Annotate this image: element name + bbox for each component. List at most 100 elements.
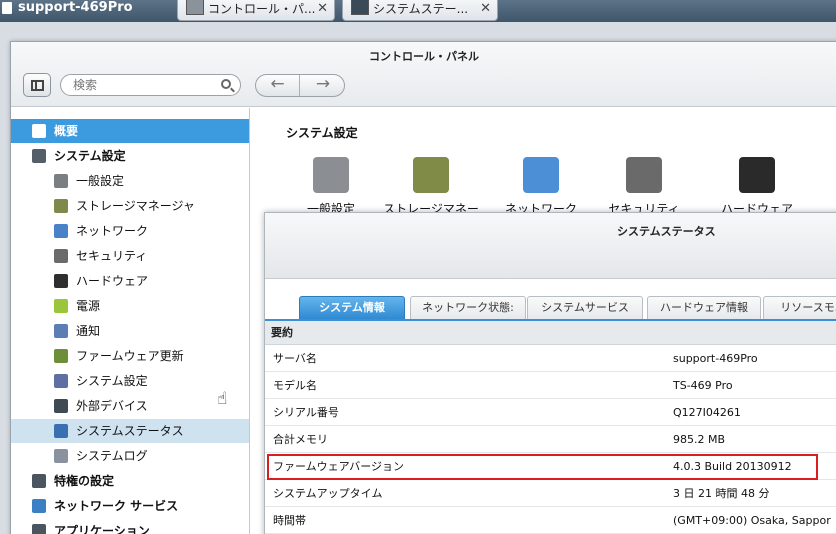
- lock-icon: [54, 249, 68, 263]
- info-value: 3 日 21 時間 48 分: [673, 487, 770, 500]
- sidebar-item-label: 外部デバイス: [76, 399, 148, 413]
- info-value: (GMT+09:00) Osaka, Sappor: [673, 514, 831, 527]
- back-button[interactable]: ←: [256, 75, 300, 96]
- system-log-icon: [54, 449, 68, 463]
- sidebar-item[interactable]: ネットワーク サービス: [11, 494, 249, 518]
- info-row: サーバ名 support-469Pro: [265, 345, 836, 372]
- power-icon: [54, 299, 68, 313]
- sidebar-item[interactable]: システムステータス: [11, 419, 249, 443]
- taskbar: support-469Pro コントロール・パ... ✕ システムステー... …: [0, 0, 836, 22]
- sidebar-item[interactable]: アプリケーション: [11, 519, 249, 534]
- backup-restore-icon: [54, 374, 68, 388]
- info-value: 985.2 MB: [673, 433, 726, 446]
- status-window-header: システムステータス: [265, 213, 836, 279]
- app-tile[interactable]: 一般設定: [276, 157, 386, 217]
- firmware-version-highlight: [267, 454, 818, 480]
- sidebar: 概要 システム設定 一般設定 ストレージマネージャ ネットワーク セキュリティ ハードウェア…: [11, 108, 250, 534]
- forward-button[interactable]: →: [301, 75, 344, 96]
- firmware-update-icon: [54, 349, 68, 363]
- sidebar-item-label: システムステータス: [76, 424, 184, 438]
- notification-icon: [54, 324, 68, 338]
- sidebar-item-label: ネットワーク: [76, 224, 149, 238]
- status-tab[interactable]: システムサービス: [527, 296, 643, 319]
- toggle-sidebar-button[interactable]: [23, 73, 51, 97]
- app-tile[interactable]: ネットワーク: [486, 157, 596, 217]
- tab-label: システムステー...: [373, 2, 469, 16]
- sidebar-item[interactable]: 電源: [11, 294, 249, 318]
- control-panel-icon: [186, 0, 204, 15]
- search-box[interactable]: [60, 74, 241, 96]
- status-tabs: システム情報ネットワーク状態:システムサービスハードウェア情報リソースモニ: [265, 280, 836, 320]
- sidebar-item[interactable]: ファームウェア更新: [11, 344, 249, 368]
- sidebar-item-label: ファームウェア更新: [76, 349, 184, 363]
- host-label: support-469Pro: [18, 0, 133, 15]
- search-icon[interactable]: [221, 79, 231, 89]
- sidebar-item[interactable]: システム設定: [11, 369, 249, 393]
- sidebar-item-label: セキュリティ: [76, 249, 148, 263]
- app-tile[interactable]: ストレージマネー: [376, 157, 486, 217]
- sidebar-item-label: システム設定: [76, 374, 148, 388]
- window-header: コントロール・パネル ← →: [11, 42, 836, 107]
- info-row: 時間帯 (GMT+09:00) Osaka, Sappor: [265, 507, 836, 534]
- info-row: シリアル番号 Q127I04261: [265, 399, 836, 426]
- info-value: support-469Pro: [673, 352, 758, 365]
- navigation-buttons: ← →: [255, 74, 345, 97]
- summary-group-header: 要約: [265, 321, 836, 345]
- system-status-window: システムステータス システム情報 ネットワーク状態: システムサービス ハードウェア情…: [264, 212, 836, 534]
- sidebar-item-label: ストレージマネージャ: [76, 199, 195, 213]
- close-icon[interactable]: ✕: [317, 0, 328, 18]
- hardware-icon: [54, 274, 68, 288]
- sidebar-item[interactable]: システムログ: [11, 444, 249, 468]
- gear-icon: [32, 149, 46, 163]
- tab-system-status[interactable]: システムステー... ✕: [342, 0, 498, 21]
- sidebar-item[interactable]: ネットワーク: [11, 219, 249, 243]
- section-title: システム設定: [286, 126, 358, 140]
- close-icon[interactable]: ✕: [480, 0, 491, 18]
- sidebar-item[interactable]: システム設定: [11, 144, 249, 168]
- info-row: システムアップタイム 3 日 21 時間 48 分: [265, 480, 836, 507]
- sidebar-item-label: アプリケーション: [54, 524, 150, 534]
- sidebar-item[interactable]: ハードウェア: [11, 269, 249, 293]
- sidebar-item-label: 一般設定: [76, 174, 125, 188]
- sidebar-item[interactable]: セキュリティ: [11, 244, 249, 268]
- app-tile[interactable]: セキュリティ: [589, 157, 699, 217]
- search-input[interactable]: [73, 77, 213, 93]
- sidebar-item[interactable]: 外部デバイス: [11, 394, 249, 418]
- network-icon: [523, 157, 559, 193]
- info-value: TS-469 Pro: [673, 379, 733, 392]
- tab-control-panel[interactable]: コントロール・パ... ✕: [177, 0, 335, 21]
- general-settings-icon: [313, 157, 349, 193]
- sidebar-item-label: 特権の設定: [54, 474, 115, 488]
- window-title: コントロール・パネル: [369, 50, 479, 63]
- network-services-icon: [32, 499, 46, 513]
- info-key: モデル名: [273, 379, 317, 392]
- sidebar-item-label: システム設定: [54, 149, 126, 163]
- app-tile[interactable]: ハードウェア: [702, 157, 812, 217]
- sidebar-item[interactable]: 特権の設定: [11, 469, 249, 493]
- sidebar-item[interactable]: ストレージマネージャ: [11, 194, 249, 218]
- host-name: support-469Pro: [0, 0, 133, 20]
- general-settings-icon: [54, 174, 68, 188]
- network-icon: [54, 224, 68, 238]
- user-icon: [32, 474, 46, 488]
- sidebar-item[interactable]: 通知: [11, 319, 249, 343]
- external-device-icon: [54, 399, 68, 413]
- sidebar-item-label: 通知: [76, 324, 101, 338]
- hardware-icon: [739, 157, 775, 193]
- sidebar-item[interactable]: 概要: [11, 119, 249, 143]
- sidebar-item-label: ハードウェア: [76, 274, 149, 288]
- status-tab[interactable]: ハードウェア情報: [647, 296, 761, 319]
- status-tab[interactable]: リソースモニ: [763, 296, 836, 319]
- sidebar-item[interactable]: 一般設定: [11, 169, 249, 193]
- monitor-icon: [351, 0, 369, 15]
- storage-icon: [54, 199, 68, 213]
- status-tab[interactable]: ネットワーク状態:: [410, 296, 526, 319]
- sidebar-icon: [31, 80, 44, 91]
- home-icon: [2, 1, 12, 14]
- info-key: 合計メモリ: [273, 433, 328, 446]
- info-row: 合計メモリ 985.2 MB: [265, 426, 836, 453]
- status-tab[interactable]: システム情報: [299, 296, 405, 319]
- sidebar-item-label: ネットワーク サービス: [54, 499, 179, 513]
- tab-label: コントロール・パ...: [208, 2, 316, 16]
- lock-icon: [626, 157, 662, 193]
